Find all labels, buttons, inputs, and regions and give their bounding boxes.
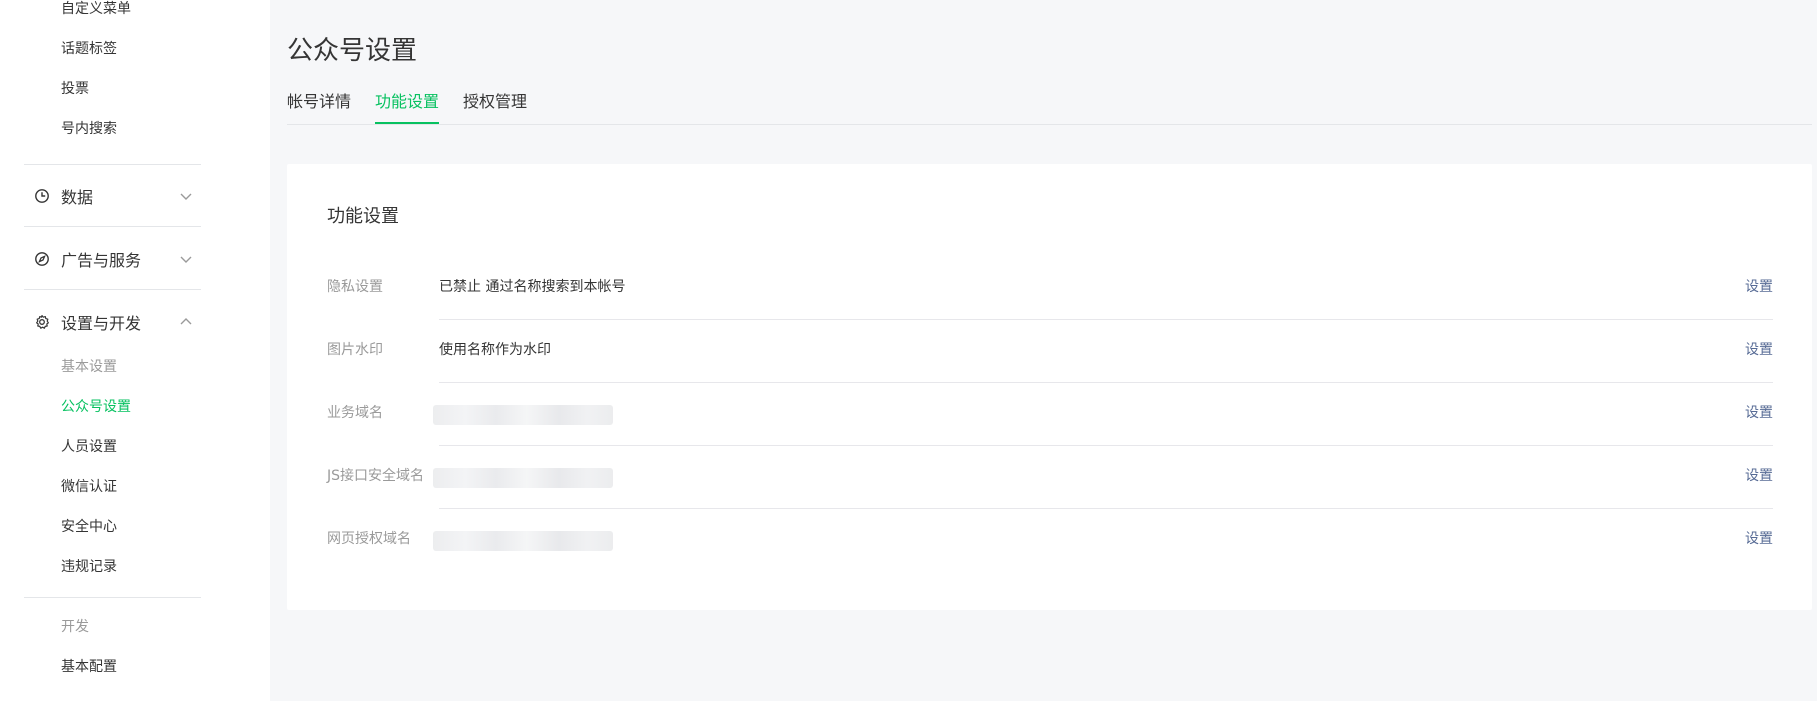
redacted-value: [433, 531, 613, 551]
sidebar-divider: [24, 164, 201, 165]
row-value: 已禁止 通过名称搜索到本帐号: [439, 279, 626, 295]
sidebar-group-settings-dev[interactable]: 设置与开发: [24, 302, 201, 342]
row-label: 业务域名: [327, 405, 383, 421]
sidebar-item-in-account-search[interactable]: 号内搜索: [61, 119, 117, 139]
settings-row-business-domain: 业务域名 设置: [327, 383, 1773, 446]
sidebar-item-custom-menu[interactable]: 自定义菜单: [61, 0, 131, 19]
sidebar-divider: [24, 289, 201, 290]
sidebar-item-personnel-settings[interactable]: 人员设置: [61, 437, 117, 457]
tab-feature-settings[interactable]: 功能设置: [375, 90, 440, 124]
chevron-up-icon: [179, 314, 193, 333]
sidebar-item-basic-settings[interactable]: 基本设置: [61, 357, 117, 377]
sidebar-group-label: 数据: [61, 188, 94, 207]
page-title: 公众号设置: [287, 36, 418, 66]
watermark-settings-link[interactable]: 设置: [1745, 340, 1773, 360]
settings-row-privacy: 隐私设置 已禁止 通过名称搜索到本帐号 设置: [327, 257, 1773, 320]
row-value: 使用名称作为水印: [439, 342, 551, 358]
sidebar-item-wechat-verification[interactable]: 微信认证: [61, 477, 117, 497]
sidebar: 自定义菜单 话题标签 投票 号内搜索 数据 广告与服务 设置与开发 基本设置 公…: [0, 0, 215, 701]
redacted-value: [433, 405, 613, 425]
business-domain-settings-link[interactable]: 设置: [1745, 403, 1773, 423]
row-label: 图片水印: [327, 342, 383, 358]
chevron-down-icon: [179, 188, 193, 207]
sidebar-group-label: 广告与服务: [61, 251, 142, 270]
sidebar-group-ads-services[interactable]: 广告与服务: [24, 239, 201, 279]
redacted-value: [433, 468, 613, 488]
row-label: 网页授权域名: [327, 531, 411, 547]
settings-row-watermark: 图片水印 使用名称作为水印 设置: [327, 320, 1773, 383]
settings-row-oauth-domain: 网页授权域名 设置: [327, 509, 1773, 572]
gear-icon: [24, 314, 61, 330]
row-label: 隐私设置: [327, 279, 383, 295]
sidebar-group-label: 设置与开发: [61, 314, 142, 333]
sidebar-divider: [24, 597, 201, 598]
panel-title: 功能设置: [327, 206, 399, 227]
sidebar-item-topic-tags[interactable]: 话题标签: [61, 39, 117, 59]
sidebar-item-vote[interactable]: 投票: [61, 79, 89, 99]
sidebar-item-account-settings[interactable]: 公众号设置: [61, 397, 131, 417]
settings-row-js-domain: JS接口安全域名 设置: [327, 446, 1773, 509]
privacy-settings-link[interactable]: 设置: [1745, 277, 1773, 297]
main-content: 公众号设置 帐号详情 功能设置 授权管理 功能设置 隐私设置 已禁止 通过名称搜…: [270, 0, 1817, 701]
compass-icon: [24, 251, 61, 267]
js-domain-settings-link[interactable]: 设置: [1745, 466, 1773, 486]
sidebar-divider: [24, 226, 201, 227]
row-label: JS接口安全域名: [327, 468, 425, 484]
clock-icon: [24, 188, 61, 204]
sidebar-group-data[interactable]: 数据: [24, 176, 201, 216]
sidebar-section-dev: 开发: [61, 619, 89, 635]
sidebar-item-basic-config[interactable]: 基本配置: [61, 657, 117, 677]
feature-settings-panel: 功能设置 隐私设置 已禁止 通过名称搜索到本帐号 设置 图片水印 使用名称作为水…: [287, 164, 1812, 610]
sidebar-item-violation-records[interactable]: 违规记录: [61, 557, 117, 577]
tab-bar: 帐号详情 功能设置 授权管理: [287, 90, 1812, 125]
chevron-down-icon: [179, 251, 193, 270]
sidebar-item-security-center[interactable]: 安全中心: [61, 517, 117, 537]
tab-authorization-management[interactable]: 授权管理: [463, 90, 527, 122]
tab-account-details[interactable]: 帐号详情: [287, 90, 351, 122]
oauth-domain-settings-link[interactable]: 设置: [1745, 529, 1773, 549]
